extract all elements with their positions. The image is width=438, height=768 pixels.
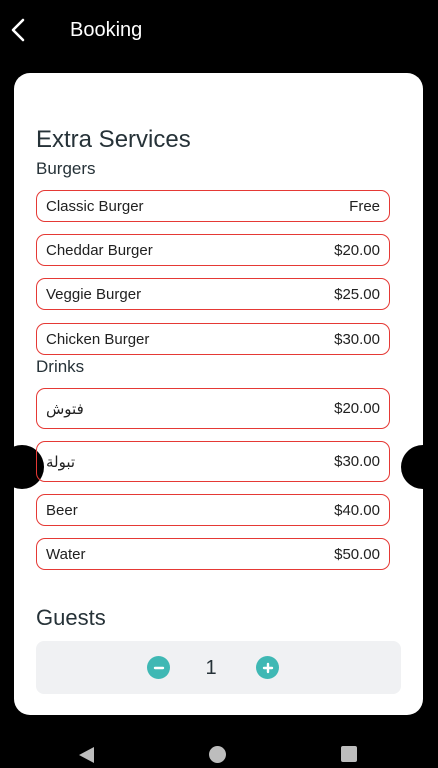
system-nav-bar (0, 735, 438, 768)
nav-recents-button[interactable] (341, 746, 357, 762)
service-item-name: Cheddar Burger (46, 241, 153, 259)
service-item-name: Classic Burger (46, 197, 144, 215)
guests-title: Guests (36, 605, 106, 630)
service-item-price: $30.00 (334, 453, 380, 470)
nav-home-button[interactable] (209, 746, 226, 763)
nav-back-button[interactable] (78, 746, 95, 768)
group-label-burgers: Burgers (36, 159, 96, 178)
group-label-drinks: Drinks (36, 357, 85, 376)
service-item-tabbouleh[interactable]: تبولة $30.00 (36, 441, 390, 482)
guests-stepper: 1 (36, 641, 401, 694)
chevron-left-icon (11, 18, 25, 42)
service-item-name: فتوش (46, 399, 84, 418)
service-item-name: Beer (46, 501, 78, 519)
service-item-chicken-burger[interactable]: Chicken Burger $30.00 (36, 323, 390, 355)
booking-card: Extra Services Burgers Classic Burger Fr… (0, 73, 438, 715)
minus-icon (153, 666, 164, 669)
guests-count: 1 (205, 657, 217, 679)
plus-icon (262, 662, 273, 673)
service-item-price: $40.00 (334, 501, 380, 519)
service-item-price: $50.00 (334, 545, 380, 563)
service-item-classic-burger[interactable]: Classic Burger Free (36, 190, 390, 222)
service-item-name: Chicken Burger (46, 330, 150, 348)
service-item-name: Water (46, 545, 86, 563)
ticket-notch-right (401, 445, 438, 489)
service-item-price: $30.00 (334, 330, 380, 348)
service-item-name: تبولة (46, 452, 76, 471)
back-button[interactable] (4, 14, 32, 46)
nav-back-icon (79, 747, 94, 763)
app-bar: Booking (0, 0, 438, 60)
service-item-water[interactable]: Water $50.00 (36, 538, 390, 570)
service-item-beer[interactable]: Beer $40.00 (36, 494, 390, 526)
page-title: Booking (70, 19, 143, 41)
service-item-cheddar-burger[interactable]: Cheddar Burger $20.00 (36, 234, 390, 266)
service-item-price: $25.00 (334, 285, 380, 303)
service-item-price: $20.00 (334, 400, 380, 417)
increment-guests-button[interactable] (256, 656, 279, 679)
service-item-name: Veggie Burger (46, 285, 142, 303)
service-item-price: Free (349, 197, 380, 215)
service-item-fattoush[interactable]: فتوش $20.00 (36, 388, 390, 429)
decrement-guests-button[interactable] (147, 656, 170, 679)
service-item-veggie-burger[interactable]: Veggie Burger $25.00 (36, 278, 390, 310)
extra-services-title: Extra Services (36, 126, 191, 153)
service-item-price: $20.00 (334, 241, 380, 259)
